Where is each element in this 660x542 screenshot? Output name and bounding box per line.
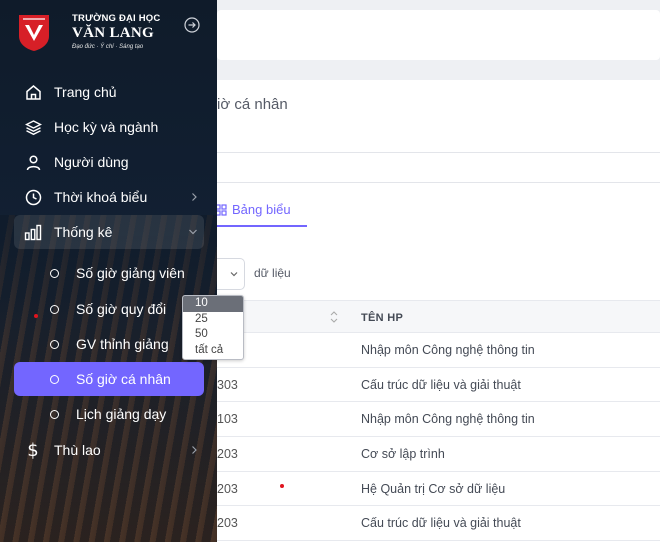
sidebar-item-label: Học kỳ và ngành [54, 119, 159, 135]
page-size-option[interactable]: 25 [183, 312, 243, 328]
top-header-bar [217, 10, 660, 60]
chevron-right-icon [192, 193, 197, 201]
circle-bullet-icon [50, 304, 59, 314]
chevron-down-icon [189, 229, 197, 235]
table-row: 203 Hệ Quản trị Cơ sở dữ liệu [217, 472, 660, 507]
cell-name: Cấu trúc dữ liệu và giải thuật [361, 377, 521, 392]
sidebar-item-trang-chu[interactable]: Trang chủ [14, 75, 204, 109]
cell-name: Cấu trúc dữ liệu và giải thuật [361, 516, 521, 531]
cell-name: Cơ sở lập trình [361, 447, 445, 462]
data-table: TÊN HP Nhập môn Công nghệ thông tin 303 … [217, 300, 660, 542]
cell-code: 203 [217, 481, 238, 496]
tab-label: Bảng biểu [232, 202, 291, 217]
chevron-right-icon [192, 446, 197, 454]
cell-code: 303 [217, 377, 238, 392]
page-size-suffix: dữ liệu [254, 266, 291, 280]
sidebar-item-hoc-ky-va-nganh[interactable]: Học kỳ và ngành [14, 110, 204, 144]
cell-name: Nhập môn Công nghệ thông tin [361, 412, 535, 427]
sidebar-item-label: Thống kê [54, 224, 113, 240]
table-row: 303 Cấu trúc dữ liệu và giải thuật [217, 368, 660, 403]
sidebar-subitem-label: Số giờ quy đổi [76, 301, 167, 317]
sidebar: TRƯỜNG ĐẠI HỌC VĂN LANG Đạo đức · Ý chí … [0, 0, 217, 542]
cursor-dot [34, 314, 38, 318]
sort-icon[interactable] [330, 310, 338, 324]
sidebar-item-label: Trang chủ [54, 84, 117, 100]
page-title: iờ cá nhân [217, 96, 288, 113]
layers-icon [24, 118, 42, 136]
page-size-dropdown[interactable]: 10 25 50 tất cả [182, 295, 244, 360]
cell-name: Nhập môn Công nghệ thông tin [361, 343, 535, 357]
sidebar-subitem-gv-thinh-giang[interactable]: GV thỉnh giảng [14, 327, 204, 361]
cell-name: Hệ Quản trị Cơ sở dữ liệu [361, 481, 506, 496]
table-header: TÊN HP [217, 300, 660, 333]
logo-tagline: Đạo đức · Ý chí · Sáng tạo [72, 44, 144, 50]
sidebar-item-thoi-khoa-bieu[interactable]: Thời khoá biểu [14, 180, 204, 214]
table-row: 203 Cấu trúc dữ liệu và giải thuật [217, 506, 660, 542]
sidebar-subitem-so-gio-giang-vien[interactable]: Số giờ giảng viên [14, 256, 204, 290]
divider [217, 182, 660, 183]
sidebar-subitem-so-gio-ca-nhan[interactable]: Số giờ cá nhân [14, 362, 204, 396]
table-row: 103 Nhập môn Công nghệ thông tin [217, 402, 660, 438]
dollar-icon: $ [27, 439, 39, 461]
bar-chart-icon [24, 223, 42, 241]
sidebar-item-nguoi-dung[interactable]: Người dùng [14, 145, 204, 179]
sidebar-item-label: Thời khoá biểu [54, 189, 148, 205]
table-row: Nhập môn Công nghệ thông tin [217, 333, 660, 368]
logo-line2: VĂN LANG [72, 25, 154, 41]
sidebar-item-thu-lao[interactable]: $ Thù lao [14, 433, 204, 467]
circle-bullet-icon [50, 409, 59, 419]
collapse-sidebar-icon[interactable] [184, 17, 200, 33]
column-header-ten-hp[interactable]: TÊN HP [361, 312, 403, 324]
page-size-select[interactable] [217, 258, 245, 290]
home-icon [24, 83, 42, 101]
cursor-dot [280, 484, 284, 488]
sidebar-subitem-label: Lịch giảng dạy [76, 406, 167, 422]
sidebar-subitem-label: GV thỉnh giảng [76, 336, 169, 352]
university-logo-icon [19, 15, 49, 51]
circle-bullet-icon [50, 374, 59, 384]
logo-line1: TRƯỜNG ĐẠI HỌC [72, 13, 161, 24]
user-icon [24, 153, 42, 171]
sidebar-subitem-so-gio-quy-doi[interactable]: Số giờ quy đổi [14, 292, 204, 326]
cell-code: 203 [217, 447, 238, 462]
sidebar-subitem-lich-giang-day[interactable]: Lịch giảng dạy [14, 397, 204, 431]
circle-bullet-icon [50, 268, 59, 278]
table-row: 203 Cơ sở lập trình [217, 437, 660, 472]
chevron-down-icon [230, 272, 238, 277]
circle-bullet-icon [50, 339, 59, 349]
sidebar-item-thong-ke[interactable]: Thống kê [14, 215, 204, 249]
sidebar-item-label: Người dùng [54, 154, 129, 170]
sidebar-subitem-label: Số giờ giảng viên [76, 265, 185, 281]
divider [217, 152, 660, 153]
tab-bang-bieu[interactable]: Bảng biểu [213, 202, 307, 227]
page-size-option[interactable]: 50 [183, 327, 243, 343]
page-size-option[interactable]: tất cả [183, 343, 243, 359]
sidebar-item-label: Thù lao [54, 442, 101, 458]
sidebar-subitem-label: Số giờ cá nhân [76, 371, 171, 387]
page-size-option[interactable]: 10 [183, 296, 243, 312]
cell-code: 203 [217, 516, 238, 531]
clock-icon [24, 188, 42, 206]
cell-code: 103 [217, 412, 238, 427]
